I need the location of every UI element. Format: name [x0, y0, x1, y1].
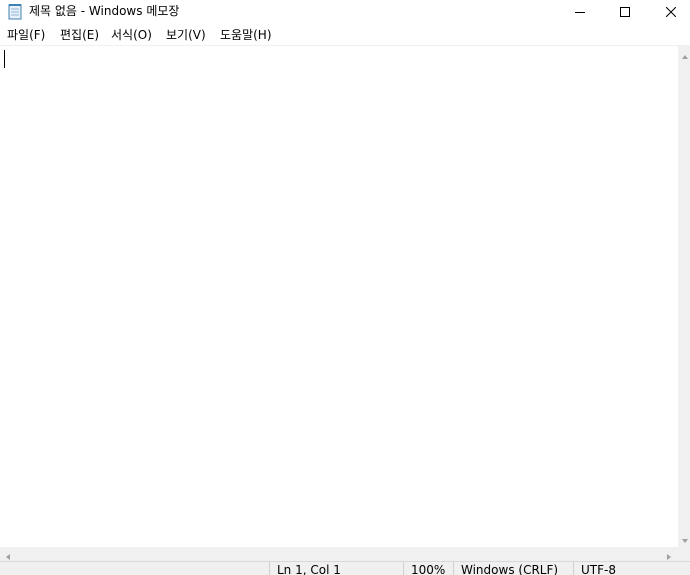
close-button[interactable] — [648, 0, 690, 24]
scroll-down-icon[interactable] — [681, 534, 689, 543]
scroll-right-icon[interactable] — [665, 550, 673, 560]
menu-format[interactable]: 서식(O) — [110, 27, 153, 43]
window-title: 제목 없음 - Windows 메모장 — [29, 4, 180, 18]
close-icon — [666, 7, 676, 17]
scroll-left-icon[interactable] — [4, 550, 12, 560]
status-cursor-position: Ln 1, Col 1 — [269, 562, 403, 575]
status-bar: Ln 1, Col 1 100% Windows (CRLF) UTF-8 — [0, 561, 690, 575]
menu-edit[interactable]: 편집(E) — [59, 27, 100, 43]
status-line-ending: Windows (CRLF) — [453, 562, 573, 575]
vertical-scrollbar[interactable] — [678, 45, 690, 547]
horizontal-scrollbar[interactable] — [0, 547, 678, 561]
status-encoding: UTF-8 — [573, 562, 690, 575]
scrollbar-corner — [678, 547, 690, 561]
status-zoom: 100% — [403, 562, 453, 575]
title-bar[interactable]: 제목 없음 - Windows 메모장 — [0, 0, 690, 24]
menu-view[interactable]: 보기(V) — [165, 27, 207, 43]
menu-bar: 파일(F) 편집(E) 서식(O) 보기(V) 도움말(H) — [0, 25, 690, 45]
text-caret — [4, 50, 5, 68]
maximize-icon — [620, 7, 630, 17]
menu-help[interactable]: 도움말(H) — [219, 27, 273, 43]
menu-file[interactable]: 파일(F) — [6, 27, 46, 43]
minimize-icon — [575, 7, 585, 17]
minimize-button[interactable] — [557, 0, 603, 24]
text-editor[interactable] — [0, 45, 678, 547]
notepad-icon[interactable] — [8, 3, 22, 20]
maximize-button[interactable] — [602, 0, 648, 24]
scroll-up-icon[interactable] — [681, 50, 689, 59]
